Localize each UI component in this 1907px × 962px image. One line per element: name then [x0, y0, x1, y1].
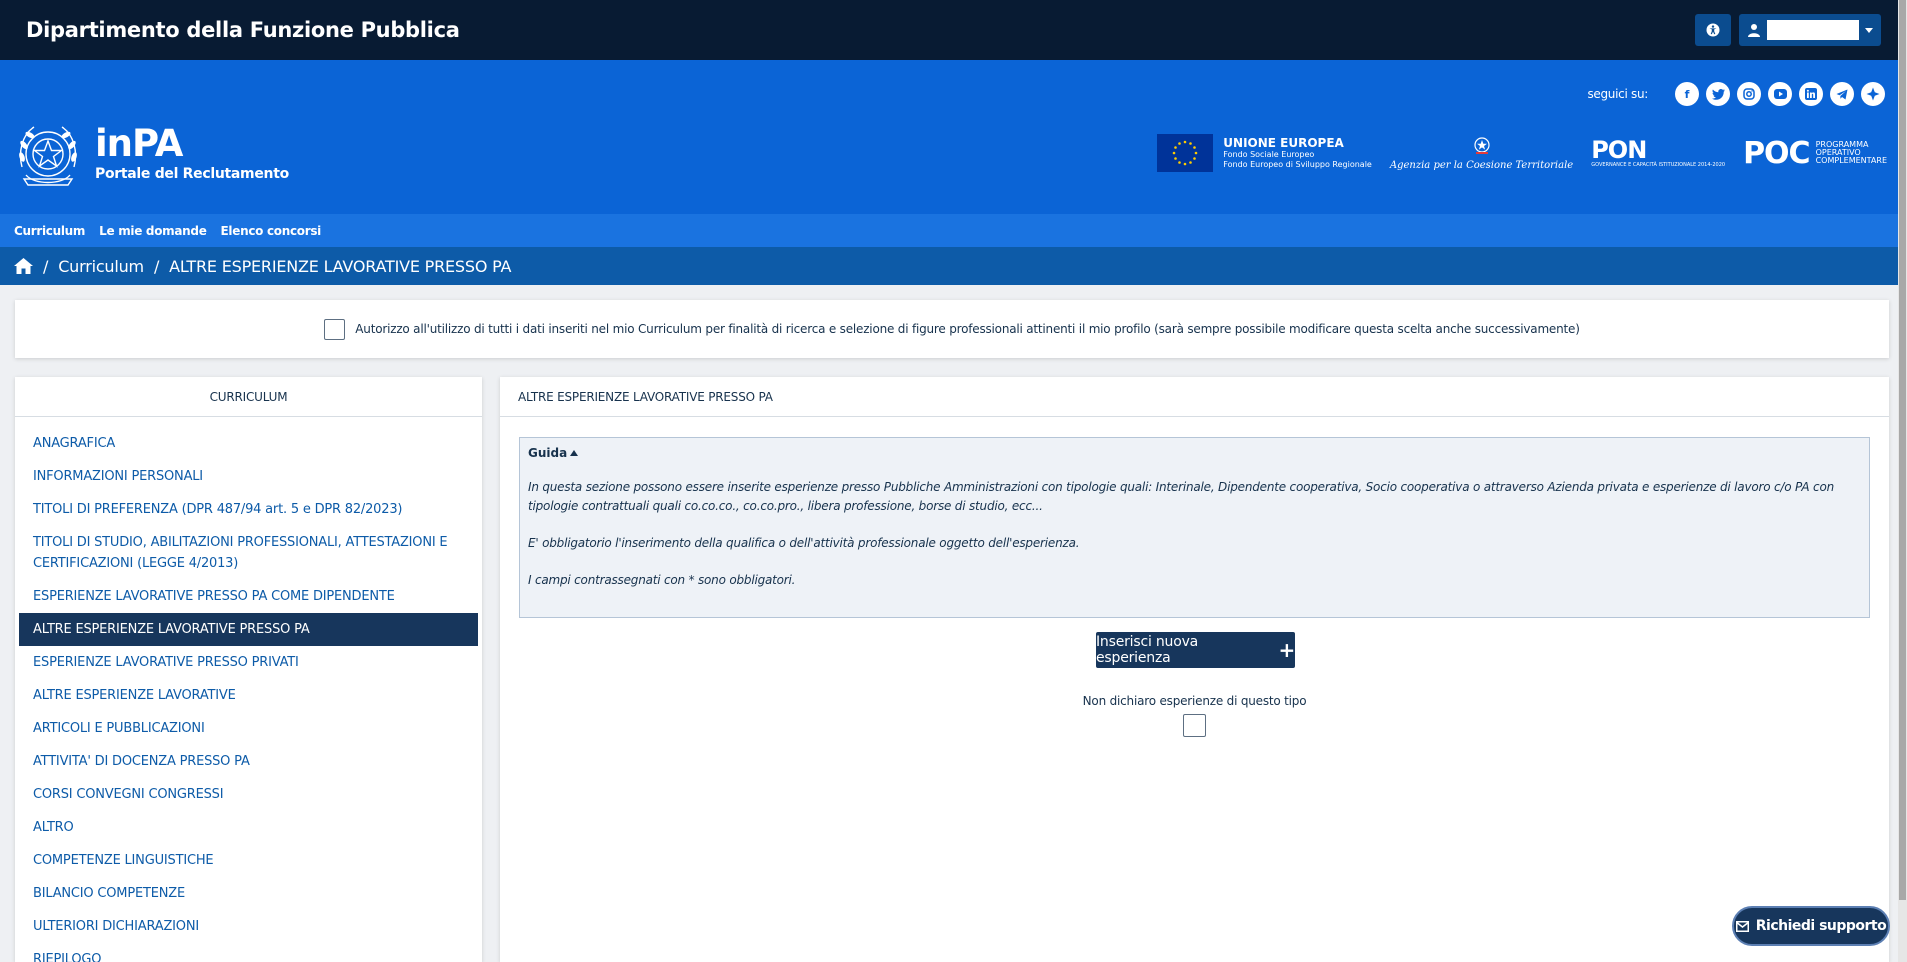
consent-checkbox[interactable] [324, 318, 346, 340]
sidebar-item-titoli-di-studio[interactable]: TITOLI DI STUDIO, ABILITAZIONI PROFESSIO… [19, 526, 478, 580]
add-experience-button[interactable]: Inserisci nuova esperienza + [1096, 632, 1295, 668]
plus-icon: + [1278, 638, 1295, 662]
breadcrumb-separator: / [43, 256, 49, 276]
sidebar-item-docenza-pa[interactable]: ATTIVITA' DI DOCENZA PRESSO PA [19, 745, 478, 778]
sidebar-item-corsi-convegni[interactable]: CORSI CONVEGNI CONGRESSI [19, 778, 478, 811]
nav-item-elenco-concorsi[interactable]: Elenco concorsi [221, 224, 322, 238]
breadcrumb-separator: / [153, 256, 160, 276]
agency-logo: Agenzia per la Coesione Territoriale [1390, 136, 1573, 171]
eu-line-1: Fondo Sociale Europeo [1223, 150, 1315, 159]
breadcrumb-item-curriculum[interactable]: Curriculum [58, 257, 144, 276]
sidebar-item-ulteriori-dichiarazioni[interactable]: ULTERIORI DICHIARAZIONI [19, 910, 478, 943]
sidebar-item-titoli-di-preferenza[interactable]: TITOLI DI PREFERENZA (DPR 487/94 art. 5 … [19, 493, 478, 526]
poc-logo: POC PROGRAMMA OPERATIVO COMPLEMENTARE [1743, 136, 1887, 171]
pon-subtitle: GOVERNANCE E CAPACITÀ ISTITUZIONALE 2014… [1591, 162, 1726, 168]
main-panel: ALTRE ESPERIENZE LAVORATIVE PRESSO PA Gu… [500, 377, 1889, 962]
eu-flag-icon [1157, 134, 1214, 172]
consent-text: Autorizzo all'utilizzo di tutti i dati i… [355, 322, 1580, 336]
eu-title: UNIONE EUROPEA [1223, 136, 1344, 150]
eu-text: UNIONE EUROPEA Fondo Sociale Europeo Fon… [1223, 136, 1372, 170]
department-title[interactable]: Dipartimento della Funzione Pubblica [26, 18, 460, 42]
support-button[interactable]: Richiedi supporto [1732, 906, 1890, 946]
breadcrumb-item-current: ALTRE ESPERIENZE LAVORATIVE PRESSO PA [169, 256, 512, 276]
pon-title: PON [1591, 136, 1647, 164]
instagram-icon[interactable] [1737, 82, 1761, 106]
pon-logo: PON GOVERNANCE E CAPACITÀ ISTITUZIONALE … [1591, 138, 1725, 168]
linkedin-icon[interactable] [1799, 82, 1823, 106]
top-bar: Dipartimento della Funzione Pubblica [0, 0, 1907, 60]
guide-paragraph-3: I campi contrassegnati con * sono obblig… [528, 573, 796, 587]
sidebar-item-articoli-pubblicazioni[interactable]: ARTICOLI E PUBBLICAZIONI [19, 712, 478, 745]
social-label: seguici su: [1587, 87, 1648, 101]
curriculum-sidebar: CURRICULUM ANAGRAFICA INFORMAZIONI PERSO… [15, 377, 482, 962]
spaces-icon[interactable] [1861, 82, 1885, 106]
twitter-icon[interactable] [1706, 82, 1730, 106]
user-name-redacted [1767, 20, 1859, 40]
home-icon[interactable] [14, 258, 33, 274]
italian-emblem-small-icon [1473, 136, 1490, 154]
guide-box: Guida In questa sezione possono essere i… [519, 437, 1870, 618]
guide-toggle[interactable]: Guida [528, 446, 1861, 460]
chevron-up-icon [570, 450, 579, 456]
page-scrollbar[interactable] [1898, 0, 1907, 962]
brand-name: inPA [95, 122, 183, 165]
sidebar-item-bilancio-competenze[interactable]: BILANCIO COMPETENZE [19, 877, 478, 910]
facebook-icon[interactable]: f [1675, 82, 1699, 106]
guide-paragraph-1: In questa sezione possono essere inserit… [528, 480, 1834, 513]
italian-republic-emblem-icon[interactable] [14, 117, 82, 195]
no-declaration-checkbox[interactable] [1183, 714, 1206, 737]
topbar-actions [1695, 14, 1881, 46]
sidebar-item-altre-esperienze[interactable]: ALTRE ESPERIENZE LAVORATIVE [19, 679, 478, 712]
no-declaration-label: Non dichiaro esperienze di questo tipo [1082, 694, 1307, 708]
nav-item-curriculum[interactable]: Curriculum [14, 224, 85, 238]
poc-title: POC [1743, 135, 1811, 171]
sidebar-item-altro[interactable]: ALTRO [19, 811, 478, 844]
sidebar-title: CURRICULUM [15, 377, 482, 417]
social-links: seguici su: f [1587, 82, 1885, 106]
telegram-icon[interactable] [1830, 82, 1854, 106]
eu-line-2: Fondo Europeo di Sviluppo Regionale [1223, 160, 1372, 169]
user-icon [1748, 24, 1760, 37]
site-header: inPA Portale del Reclutamento seguici su… [0, 60, 1907, 214]
support-label: Richiedi supporto [1755, 918, 1887, 934]
breadcrumb: / Curriculum / ALTRE ESPERIENZE LAVORATI… [0, 247, 1907, 285]
panel-title: ALTRE ESPERIENZE LAVORATIVE PRESSO PA [500, 377, 1889, 417]
sidebar-item-riepilogo[interactable]: RIEPILOGO [19, 943, 478, 962]
accessibility-button[interactable] [1695, 14, 1731, 46]
sidebar-item-anagrafica[interactable]: ANAGRAFICA [19, 427, 478, 460]
brand-subtitle: Portale del Reclutamento [95, 166, 289, 182]
guide-paragraph-2: E' obbligatorio l'inserimento della qual… [528, 536, 1080, 550]
chevron-down-icon [1865, 27, 1873, 33]
eu-logo: UNIONE EUROPEA Fondo Sociale Europeo Fon… [1157, 134, 1372, 172]
partner-logos: UNIONE EUROPEA Fondo Sociale Europeo Fon… [1157, 134, 1887, 172]
mail-icon [1735, 920, 1749, 932]
sidebar-menu: ANAGRAFICA INFORMAZIONI PERSONALI TITOLI… [15, 417, 482, 962]
sidebar-item-informazioni-personali[interactable]: INFORMAZIONI PERSONALI [19, 460, 478, 493]
youtube-icon[interactable] [1768, 82, 1792, 106]
agency-name: Agenzia per la Coesione Territoriale [1389, 159, 1574, 171]
user-menu-button[interactable] [1739, 14, 1881, 46]
sidebar-item-competenze-linguistiche[interactable]: COMPETENZE LINGUISTICHE [19, 844, 478, 877]
nav-item-le-mie-domande[interactable]: Le mie domande [99, 224, 207, 238]
brand[interactable]: inPA Portale del Reclutamento [95, 122, 289, 183]
add-experience-label: Inserisci nuova esperienza [1096, 634, 1199, 666]
accessibility-icon [1706, 23, 1720, 37]
scrollbar-thumb[interactable] [1899, 0, 1906, 900]
consent-bar: Autorizzo all'utilizzo di tutti i dati i… [15, 300, 1889, 358]
poc-subtitle: PROGRAMMA OPERATIVO COMPLEMENTARE [1815, 140, 1887, 165]
sidebar-item-altre-esperienze-pa[interactable]: ALTRE ESPERIENZE LAVORATIVE PRESSO PA [19, 613, 478, 646]
main-nav: Curriculum Le mie domande Elenco concors… [0, 214, 1907, 247]
guide-title: Guida [528, 446, 568, 460]
sidebar-item-esperienze-pa-dipendente[interactable]: ESPERIENZE LAVORATIVE PRESSO PA COME DIP… [19, 580, 478, 613]
sidebar-item-esperienze-privati[interactable]: ESPERIENZE LAVORATIVE PRESSO PRIVATI [19, 646, 478, 679]
